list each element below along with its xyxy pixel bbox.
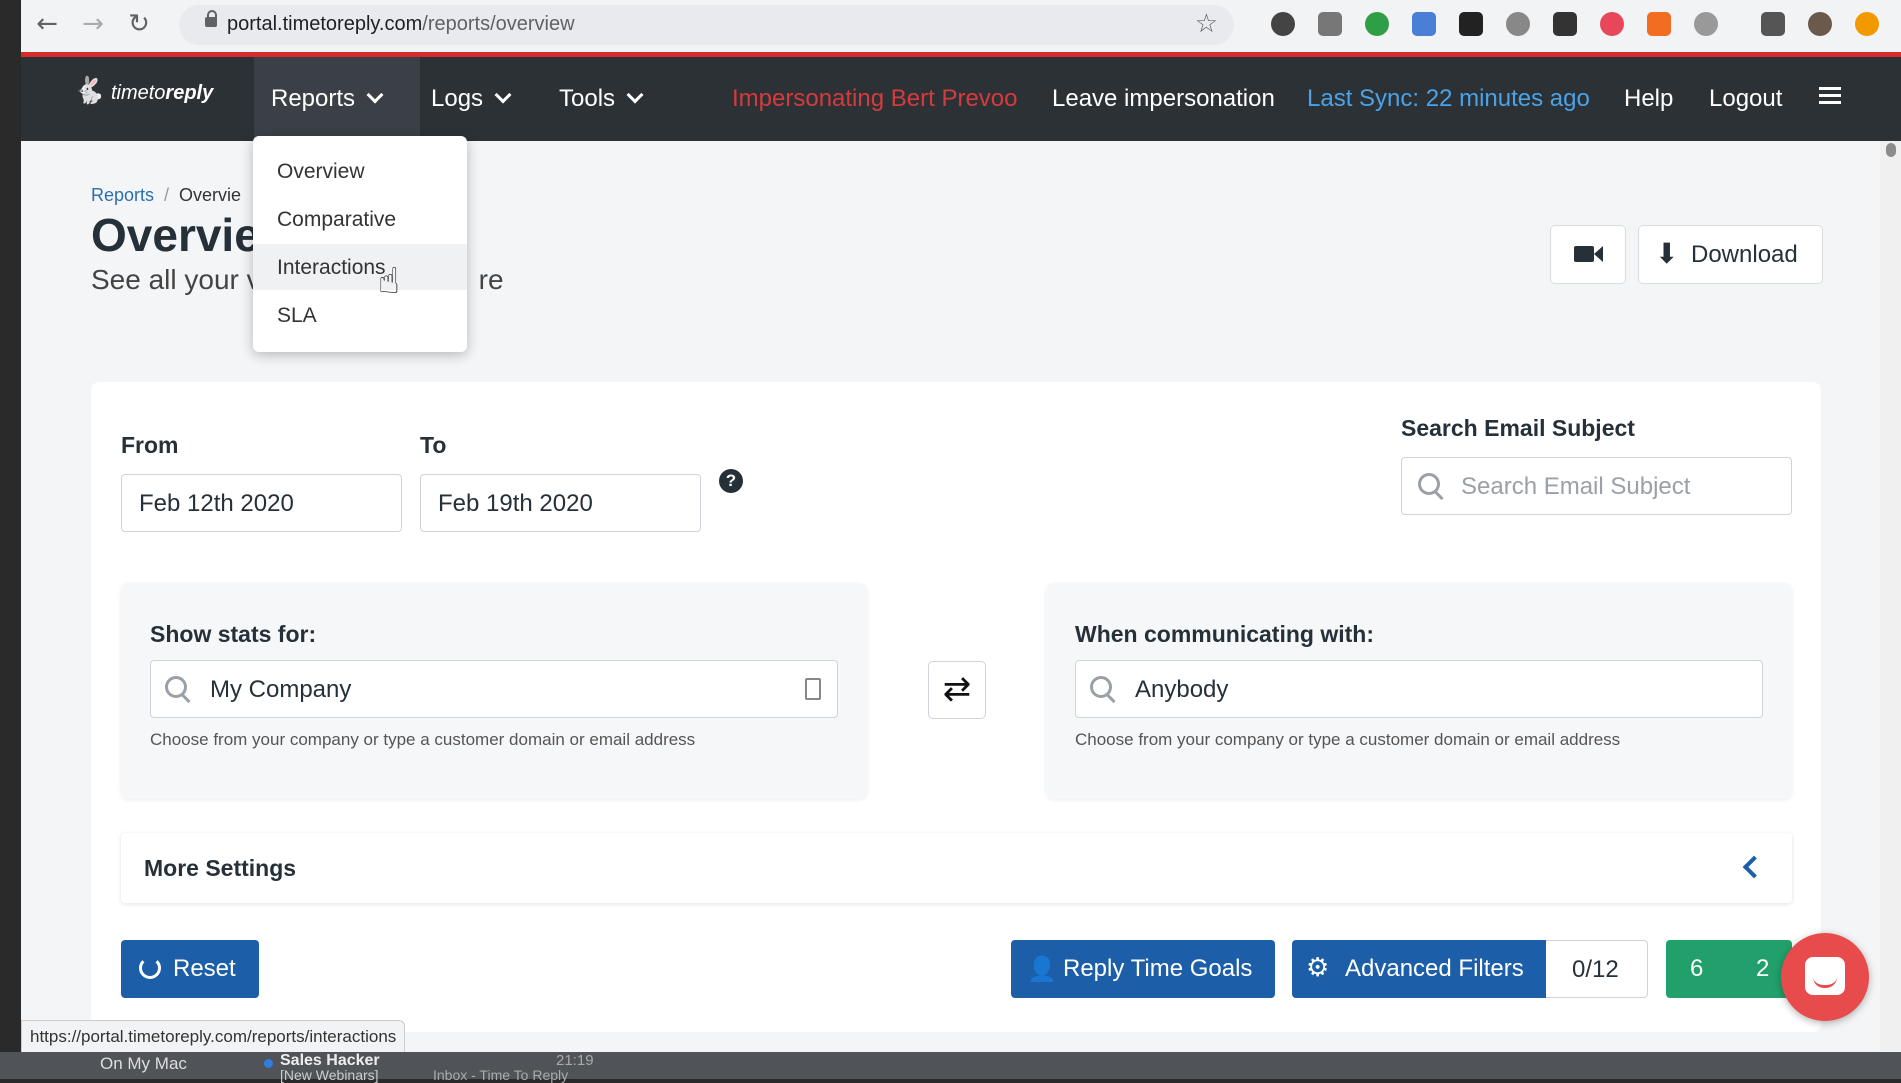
communicating-input[interactable]: Anybody: [1075, 660, 1763, 718]
impersonating-label: Impersonating Bert Prevoo: [732, 85, 1018, 112]
reset-button[interactable]: Reset: [121, 940, 259, 998]
logout-link[interactable]: Logout: [1709, 85, 1782, 113]
video-tutorial-button[interactable]: [1550, 225, 1626, 284]
camera-icon[interactable]: [1506, 12, 1530, 36]
lock-icon: [205, 10, 217, 27]
show-stats-label: Show stats for:: [150, 621, 317, 647]
extension-icon[interactable]: [1318, 12, 1342, 36]
advanced-filters-button[interactable]: ⚙ Advanced Filters: [1292, 940, 1546, 998]
communicating-label: When communicating with:: [1075, 621, 1374, 647]
communicating-hint: Choose from your company or type a custo…: [1075, 730, 1621, 749]
timetoreply-logo[interactable]: 🐇 timetoreply: [73, 75, 213, 106]
extension-icon[interactable]: [1600, 12, 1624, 36]
breadcrumb-reports-link[interactable]: Reports: [91, 185, 154, 205]
mail-time: 21:19: [556, 1052, 594, 1069]
help-question-icon[interactable]: ?: [719, 469, 743, 493]
app-navbar: 🐇 timetoreply Reports Logs Tools Imperso…: [21, 57, 1901, 141]
hand-cursor-icon: ☝: [378, 261, 400, 302]
extension-icon[interactable]: [1365, 12, 1389, 36]
bookmark-star-icon[interactable]: ☆: [1195, 9, 1218, 39]
nav-reports[interactable]: Reports: [271, 85, 384, 113]
more-settings-label: More Settings: [144, 855, 297, 881]
filters-card: From Feb 12th 2020 To Feb 19th 2020 ? Se…: [91, 382, 1821, 1032]
video-camera-icon: [1574, 246, 1594, 262]
search-icon: [1090, 676, 1112, 698]
reports-dropdown-menu: Overview Comparative Interactions SLA: [253, 136, 467, 352]
browser-toolbar: ← → ↻ portal.timetoreply.com/reports/ove…: [21, 0, 1901, 52]
communicating-panel: When communicating with: Anybody Choose …: [1046, 583, 1792, 799]
swap-arrows-icon: ⇄: [942, 669, 972, 709]
page-title: Overvie: [91, 209, 260, 261]
back-icon[interactable]: ←: [33, 10, 61, 38]
chevron-down-icon: [494, 86, 512, 104]
nav-tools[interactable]: Tools: [559, 85, 644, 113]
to-date-input[interactable]: Feb 19th 2020: [420, 474, 701, 532]
filter-count-badge: 0/12: [1546, 940, 1648, 998]
show-stats-panel: Show stats for: My Company Choose from y…: [121, 583, 867, 799]
media-control-icon[interactable]: [1761, 12, 1785, 36]
last-sync-status[interactable]: Last Sync: 22 minutes ago: [1307, 85, 1590, 113]
hamburger-menu-icon[interactable]: [1819, 83, 1841, 108]
search-icon: [1418, 473, 1440, 495]
chevron-down-icon: [626, 86, 644, 104]
link-status-bar: https://portal.timetoreply.com/reports/i…: [21, 1020, 406, 1054]
status-counts-badge[interactable]: 6 2: [1666, 940, 1792, 998]
reset-icon: [139, 957, 161, 979]
dropdown-item-interactions[interactable]: Interactions: [253, 244, 467, 290]
rabbit-icon: 🐇: [73, 75, 106, 105]
search-subject-input[interactable]: Search Email Subject: [1401, 457, 1792, 515]
folder-label: On My Mac: [100, 1054, 187, 1073]
extension-icon[interactable]: [1694, 12, 1718, 36]
breadcrumb: Reports / Overvie: [91, 185, 242, 205]
extension-icon[interactable]: [1271, 12, 1295, 36]
scrollbar-thumb[interactable]: [1886, 143, 1896, 157]
leave-impersonation-link[interactable]: Leave impersonation: [1052, 85, 1275, 113]
user-clock-icon: 👤: [1027, 955, 1057, 983]
more-settings-toggle[interactable]: More Settings: [121, 833, 1792, 903]
contact-card-icon[interactable]: [805, 678, 821, 700]
from-label: From: [121, 432, 179, 458]
show-stats-input[interactable]: My Company: [150, 660, 838, 718]
search-subject-label: Search Email Subject: [1401, 415, 1635, 441]
nav-logs[interactable]: Logs: [431, 85, 512, 113]
from-date-input[interactable]: Feb 12th 2020: [121, 474, 402, 532]
scrollbar[interactable]: [1880, 141, 1901, 1051]
download-icon: ⬇: [1655, 237, 1679, 270]
mail-subject: [New Webinars]: [280, 1067, 379, 1083]
url-text: portal.timetoreply.com/reports/overview: [227, 13, 575, 35]
unread-dot: [264, 1059, 273, 1068]
chevron-left-icon: [1742, 855, 1766, 879]
dropdown-item-sla[interactable]: SLA: [253, 292, 467, 338]
address-bar[interactable]: portal.timetoreply.com/reports/overview …: [179, 5, 1234, 45]
chat-launcher-button[interactable]: [1781, 933, 1869, 1021]
update-icon[interactable]: [1855, 12, 1879, 36]
reply-time-goals-button[interactable]: 👤 Reply Time Goals: [1011, 940, 1275, 998]
extension-icon[interactable]: [1459, 12, 1483, 36]
to-label: To: [420, 432, 447, 458]
extension-icon[interactable]: [1553, 12, 1577, 36]
forward-icon[interactable]: →: [79, 10, 107, 38]
profile-avatar[interactable]: [1808, 12, 1832, 36]
chat-icon: [1805, 957, 1845, 995]
mail-mailbox: Inbox - Time To Reply: [433, 1067, 569, 1083]
swap-button[interactable]: ⇄: [928, 661, 986, 719]
show-stats-hint: Choose from your company or type a custo…: [150, 730, 696, 749]
search-icon: [165, 676, 187, 698]
reload-icon[interactable]: ↻: [125, 10, 153, 38]
dropdown-item-comparative[interactable]: Comparative: [253, 196, 467, 242]
background-mail-app: On My Mac Sales Hacker [New Webinars] In…: [0, 1052, 1901, 1083]
dropdown-item-overview[interactable]: Overview: [253, 148, 467, 194]
download-button[interactable]: ⬇ Download: [1638, 225, 1823, 284]
chevron-down-icon: [366, 86, 384, 104]
extension-icon[interactable]: [1647, 12, 1671, 36]
breadcrumb-current: Overvie: [179, 185, 242, 205]
gears-icon: ⚙: [1306, 953, 1330, 983]
help-link[interactable]: Help: [1624, 85, 1673, 113]
extension-icon[interactable]: [1412, 12, 1436, 36]
